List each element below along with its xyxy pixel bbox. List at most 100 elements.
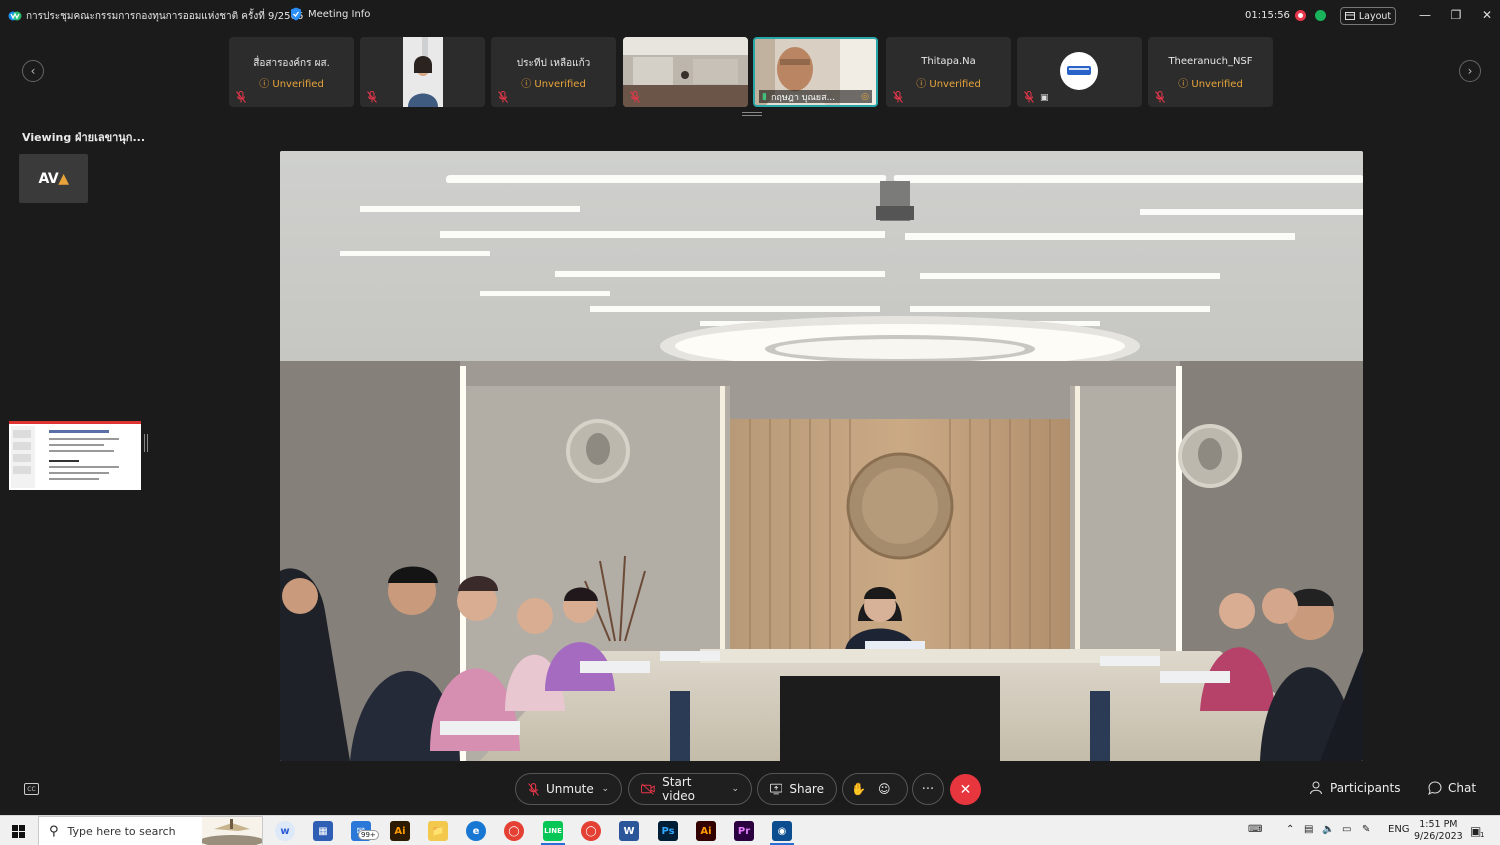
- minimize-icon[interactable]: —: [1418, 8, 1432, 22]
- volume-icon[interactable]: 🔈: [1322, 824, 1334, 835]
- notification-count: 1: [1480, 831, 1485, 839]
- webex-taskbar-icon[interactable]: ◉: [772, 821, 792, 841]
- main-video-feed[interactable]: [280, 151, 1363, 761]
- reactions-group: ✋ ☺: [842, 773, 908, 805]
- participant-name: สื่อสารองค์กร ผส.: [253, 58, 330, 69]
- shield-icon: [291, 7, 301, 21]
- close-icon: ✕: [959, 781, 972, 798]
- unmute-label: Unmute: [546, 782, 594, 796]
- search-highlight-image: [202, 817, 262, 845]
- participant-tile[interactable]: Thitapa.Na ⓘ Unverified: [886, 37, 1011, 107]
- layout-label: Layout: [1358, 10, 1392, 22]
- network-icon[interactable]: ▤: [1304, 824, 1313, 835]
- presenter-tile[interactable]: AV▲: [19, 154, 88, 203]
- connection-status-icon[interactable]: [1315, 10, 1326, 21]
- language-indicator[interactable]: ENG: [1388, 824, 1410, 835]
- leave-meeting-button[interactable]: ✕: [950, 774, 981, 805]
- participant-tile[interactable]: Theeranuch_NSF ⓘ Unverified: [1148, 37, 1273, 107]
- participant-name: กฤษฎา บุณยส...: [770, 92, 836, 103]
- participant-tile-logo[interactable]: ▣: [1017, 37, 1142, 107]
- meeting-title: การประชุมคณะกรรมการกองทุนการออมแห่งชาติ …: [26, 11, 304, 22]
- participant-tile-video[interactable]: [360, 37, 485, 107]
- line-app-icon[interactable]: LINE: [543, 821, 563, 841]
- meeting-info-label: Meeting Info: [308, 8, 371, 20]
- strip-resize-handle[interactable]: [742, 112, 762, 116]
- participants-label: Participants: [1330, 781, 1401, 795]
- more-options-icon[interactable]: ◎: [861, 92, 869, 102]
- store-icon[interactable]: ▦: [313, 821, 333, 841]
- search-icon: ⚲: [49, 823, 59, 839]
- mic-muted-icon: [498, 91, 508, 103]
- unmute-button[interactable]: Unmute ⌄: [515, 773, 622, 805]
- photoshop-icon[interactable]: Ps: [658, 821, 678, 841]
- participant-tile[interactable]: สื่อสารองค์กร ผส. ⓘ Unverified: [229, 37, 354, 107]
- people-icon: [1310, 781, 1322, 795]
- chevron-right-icon: ›: [1467, 64, 1473, 78]
- participants-button[interactable]: Participants: [1310, 781, 1401, 795]
- taskbar-clock[interactable]: 1:51 PM 9/26/2023: [1414, 819, 1463, 843]
- more-options-button[interactable]: ···: [912, 773, 944, 805]
- chrome-profile-icon[interactable]: ◯: [581, 821, 601, 841]
- start-video-button[interactable]: Start video ⌄: [628, 773, 752, 805]
- participant-tile-active[interactable]: ▮ กฤษฎา บุณยส... ◎: [753, 37, 878, 107]
- participant-name: ประทีป เหลือแก้ว: [516, 58, 591, 69]
- participant-name: Thitapa.Na: [921, 56, 976, 67]
- participant-tile[interactable]: ประทีป เหลือแก้ว ⓘ Unverified: [491, 37, 616, 107]
- unverified-badge: ⓘ Unverified: [521, 79, 586, 90]
- document-preview: [9, 424, 141, 490]
- chrome-icon[interactable]: ◯: [504, 821, 524, 841]
- chevron-down-icon[interactable]: ⌄: [731, 784, 739, 794]
- raise-hand-icon[interactable]: ✋: [851, 782, 866, 796]
- participant-video-feed: [623, 37, 748, 107]
- search-placeholder: Type here to search: [67, 824, 176, 838]
- keyboard-icon[interactable]: ⌨: [1248, 824, 1262, 835]
- layout-button[interactable]: Layout: [1340, 7, 1396, 25]
- meeting-info-button[interactable]: Meeting Info: [290, 7, 370, 21]
- mic-muted-icon: [236, 91, 246, 103]
- participant-name: Theeranuch_NSF: [1168, 56, 1253, 67]
- chat-bubble-icon: [1428, 781, 1442, 795]
- unverified-badge: ⓘ Unverified: [259, 79, 324, 90]
- chat-label: Chat: [1448, 781, 1477, 795]
- mic-muted-icon: [1024, 91, 1034, 103]
- mic-icon: ▮: [762, 91, 767, 102]
- mic-muted-icon: [630, 91, 640, 103]
- layout-icon: [1344, 12, 1355, 20]
- meeting-room-video: [280, 151, 1363, 761]
- close-icon[interactable]: ✕: [1480, 8, 1494, 22]
- premiere-icon[interactable]: Pr: [734, 821, 754, 841]
- chat-button[interactable]: Chat: [1428, 781, 1476, 795]
- closed-captions-button[interactable]: CC: [24, 783, 39, 795]
- recording-icon[interactable]: [1295, 10, 1306, 21]
- reactions-icon[interactable]: ☺: [878, 782, 891, 796]
- taskbar-search-box[interactable]: ⚲ Type here to search: [38, 816, 263, 845]
- windows-start-icon[interactable]: [12, 825, 25, 838]
- share-button[interactable]: Share: [757, 773, 837, 805]
- display-icon[interactable]: ▭: [1342, 824, 1351, 835]
- participant-video-feed: [360, 37, 485, 107]
- video-off-icon: [641, 783, 655, 795]
- participant-name-bar: ▮ กฤษฎา บุณยส... ◎: [759, 90, 872, 103]
- word-icon[interactable]: W: [619, 821, 639, 841]
- panel-resize-handle[interactable]: [144, 434, 148, 452]
- participant-tile-video[interactable]: [623, 37, 748, 107]
- illustrator-icon[interactable]: Ai: [390, 821, 410, 841]
- app-icon-w[interactable]: w: [275, 821, 295, 841]
- clock-time: 1:51 PM: [1419, 819, 1458, 830]
- file-explorer-icon[interactable]: 📁: [428, 821, 448, 841]
- chevron-left-icon: ‹: [30, 64, 36, 78]
- chevron-down-icon[interactable]: ⌄: [601, 784, 609, 794]
- unverified-badge: ⓘ Unverified: [916, 79, 981, 90]
- chevron-up-icon[interactable]: ⌃: [1286, 824, 1294, 835]
- viewing-label: Viewing ฝ่ายเลขานุก...: [22, 131, 145, 144]
- share-screen-icon: [770, 783, 783, 795]
- illustrator-icon-2[interactable]: Ai: [696, 821, 716, 841]
- strip-prev-button[interactable]: ‹: [22, 60, 44, 82]
- restore-icon[interactable]: ❐: [1449, 8, 1463, 22]
- mic-muted-icon: [1155, 91, 1165, 103]
- shared-content-thumbnail[interactable]: [9, 421, 141, 490]
- presenter-logo: AV▲: [38, 170, 69, 187]
- strip-next-button[interactable]: ›: [1459, 60, 1481, 82]
- edge-icon[interactable]: e: [466, 821, 486, 841]
- pen-icon[interactable]: ✎: [1362, 824, 1370, 835]
